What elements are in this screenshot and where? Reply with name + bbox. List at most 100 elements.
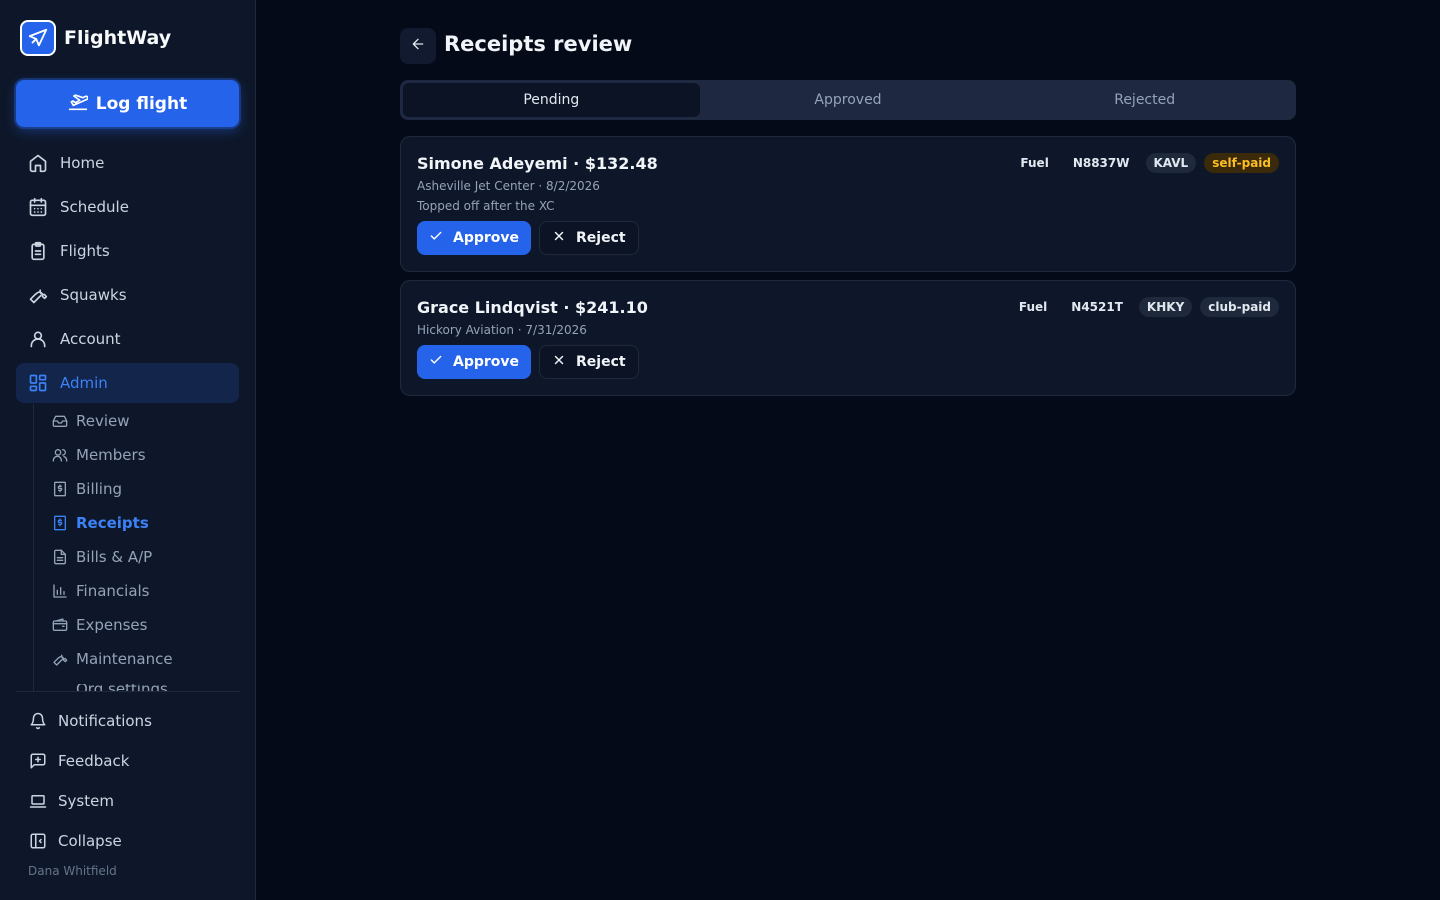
approve-label: Approve — [453, 354, 520, 370]
nav-item-label: Home — [60, 154, 105, 172]
home-icon — [28, 153, 48, 173]
footer-item-label: Collapse — [58, 832, 122, 850]
footer-item-label: System — [58, 792, 114, 810]
status-tabs: Pending Approved Rejected — [400, 80, 1296, 120]
sub-item-billing[interactable]: Billing — [52, 476, 122, 502]
back-button[interactable] — [400, 28, 436, 64]
footer-item-feedback[interactable]: Feedback — [28, 749, 129, 773]
log-flight-button[interactable]: Log flight — [16, 80, 239, 127]
nav-item-label: Account — [60, 330, 121, 348]
plane-logo-icon — [20, 20, 56, 56]
clipboard-icon — [28, 241, 48, 261]
sub-item-label: Maintenance — [76, 650, 173, 668]
footer-item-system[interactable]: System — [28, 789, 114, 813]
tail-number-tag: N8837W — [1072, 156, 1130, 170]
receipt-actions: Approve Reject — [417, 345, 639, 379]
receipt-vendor-date: Hickory Aviation · 7/31/2026 — [417, 323, 587, 337]
bell-icon — [28, 711, 48, 731]
approve-label: Approve — [453, 230, 520, 246]
nav-item-label: Flights — [60, 242, 110, 260]
user-icon — [28, 329, 48, 349]
sub-item-members[interactable]: Members — [52, 442, 146, 468]
receipt-icon — [52, 515, 68, 531]
receipt-note: Topped off after the XC — [417, 199, 555, 213]
user-name: Dana Whitfield — [28, 864, 117, 878]
sub-item-label: Members — [76, 446, 146, 464]
wrench-icon — [52, 651, 68, 667]
reject-label: Reject — [576, 354, 626, 370]
check-icon — [429, 353, 443, 371]
tail-number-tag: N4521T — [1071, 300, 1123, 314]
receipt-card: Grace Lindqvist · $241.10 Hickory Aviati… — [400, 280, 1296, 396]
receipt-icon — [52, 481, 68, 497]
footer-item-label: Feedback — [58, 752, 130, 770]
sub-item-label: Bills & A/P — [76, 548, 153, 566]
category-tag: Fuel — [1020, 156, 1049, 170]
sub-item-label: Billing — [76, 480, 122, 498]
sub-item-expenses[interactable]: Expenses — [52, 612, 147, 638]
nav-item-admin[interactable]: Admin — [16, 363, 239, 403]
receipt-tags: Fuel N8837W KAVL self-paid — [1012, 153, 1279, 173]
sidebar-divider — [16, 691, 240, 692]
sub-item-maintenance[interactable]: Maintenance — [52, 646, 173, 672]
wrench-icon — [28, 285, 48, 305]
grid-icon — [28, 373, 48, 393]
footer-item-collapse[interactable]: Collapse — [28, 829, 122, 853]
file-icon — [52, 549, 68, 565]
sub-item-label: Receipts — [76, 514, 149, 532]
receipt-tags: Fuel N4521T KHKY club-paid — [1011, 297, 1279, 317]
brand[interactable]: FlightWay — [20, 20, 171, 56]
nav-item-label: Schedule — [60, 198, 129, 216]
approve-button[interactable]: Approve — [417, 221, 532, 255]
sub-item-label: Review — [76, 412, 130, 430]
sub-item-financials[interactable]: Financials — [52, 578, 150, 604]
calendar-icon — [28, 197, 48, 217]
reject-button[interactable]: Reject — [539, 345, 639, 379]
sub-item-review[interactable]: Review — [52, 408, 130, 434]
page-title: Receipts review — [444, 32, 633, 56]
arrow-left-icon — [410, 36, 426, 56]
reject-label: Reject — [576, 230, 626, 246]
airport-badge: KHKY — [1138, 297, 1193, 317]
receipt-card: Simone Adeyemi · $132.48 Asheville Jet C… — [400, 136, 1296, 272]
users-icon — [52, 447, 68, 463]
inbox-icon — [52, 413, 68, 429]
close-icon — [552, 353, 566, 371]
close-icon — [552, 229, 566, 247]
payment-badge: self-paid — [1204, 153, 1279, 173]
brand-name: FlightWay — [64, 27, 172, 49]
bar-chart-icon — [52, 583, 68, 599]
nav-item-home[interactable]: Home — [16, 143, 239, 183]
nav-item-schedule[interactable]: Schedule — [16, 187, 239, 227]
tab-pending[interactable]: Pending — [403, 83, 700, 117]
receipt-vendor-date: Asheville Jet Center · 8/2/2026 — [417, 179, 600, 193]
footer-item-label: Notifications — [58, 712, 152, 730]
nav-item-account[interactable]: Account — [16, 319, 239, 359]
nav-item-label: Squawks — [60, 286, 127, 304]
collapse-icon — [28, 831, 48, 851]
sub-item-label: Expenses — [76, 616, 148, 634]
sub-item-label: Financials — [76, 582, 150, 600]
footer-item-notifications[interactable]: Notifications — [28, 709, 152, 733]
category-tag: Fuel — [1018, 300, 1048, 314]
nav-item-squawks[interactable]: Squawks — [16, 275, 239, 315]
receipt-title: Simone Adeyemi · $132.48 — [417, 154, 658, 173]
submenu-rail — [33, 404, 34, 692]
tab-rejected[interactable]: Rejected — [996, 83, 1293, 117]
tab-approved[interactable]: Approved — [700, 83, 997, 117]
nav-item-label: Admin — [60, 374, 108, 392]
log-flight-label: Log flight — [95, 93, 188, 114]
approve-button[interactable]: Approve — [417, 345, 532, 379]
payment-badge: club-paid — [1200, 297, 1279, 317]
message-plus-icon — [28, 751, 48, 771]
sub-item-receipts[interactable]: Receipts — [52, 510, 149, 536]
laptop-icon — [28, 791, 48, 811]
airport-badge: KAVL — [1145, 153, 1197, 173]
check-icon — [429, 229, 443, 247]
sub-item-bills[interactable]: Bills & A/P — [52, 544, 152, 570]
nav-item-flights[interactable]: Flights — [16, 231, 239, 271]
receipt-actions: Approve Reject — [417, 221, 639, 255]
reject-button[interactable]: Reject — [539, 221, 639, 255]
plane-takeoff-icon — [68, 91, 89, 116]
wallet-icon — [52, 617, 68, 633]
